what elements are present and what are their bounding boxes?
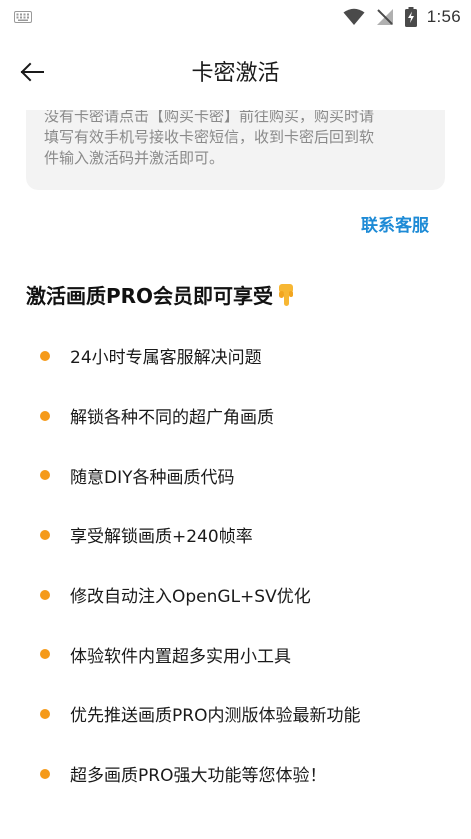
benefit-text: 修改自动注入OpenGL+SV优化 [70,587,311,608]
bullet-dot [40,768,50,779]
benefit-list: 24小时专属客服解决问题 解锁各种不同的超广角画质 随意DIY各种画质代码 享受… [0,326,471,804]
battery-charging-icon [404,7,417,27]
no-signal-icon [376,9,393,25]
keyboard-icon [14,11,32,23]
arrow-left-icon [20,62,44,82]
wifi-icon [343,8,365,25]
status-icons: 1:56 [343,7,461,27]
bullet-dot [40,350,50,361]
benefit-item: 24小时专属客服解决问题 [0,326,471,386]
bullet-dot [40,529,50,540]
contact-service-link[interactable]: 联系客服 [361,211,429,236]
benefits-title-text: 激活画质PRO会员即可享受 [26,284,274,308]
bullet-dot [40,589,50,600]
notice-card-viewport: 没有卡密请点击【购买卡密】前往购买，购买时请 填写有效手机号接收卡密短信，收到卡… [26,110,445,190]
benefit-item: 解锁各种不同的超广角画质 [0,386,471,446]
benefit-text: 享受解锁画质+240帧率 [70,527,253,548]
bullet-dot [40,470,50,481]
bullet-dot [40,410,50,421]
benefit-text: 随意DIY各种画质代码 [70,467,235,488]
benefit-item: 体验软件内置超多实用小工具 [0,624,471,684]
app-bar: 卡密激活 [0,44,471,98]
notice-line: 没有卡密请点击【购买卡密】前往购买，购买时请 [44,110,375,125]
back-button[interactable] [14,54,50,90]
page-title: 卡密激活 [191,61,280,86]
notice-card: 没有卡密请点击【购买卡密】前往购买，购买时请 填写有效手机号接收卡密短信，收到卡… [26,110,445,190]
activation-page: 1:56 卡密激活 没有卡密请点击【购买卡密】前往购买，购买时请 填写有效手机号… [0,0,471,839]
benefit-item: 超多画质PRO强大功能等您体验！ [0,744,471,804]
notice-line: 件输入激活码并激活即可。 [44,149,225,167]
benefit-text: 体验软件内置超多实用小工具 [70,646,291,667]
benefit-item: 随意DIY各种画质代码 [0,445,471,505]
benefit-text: 超多画质PRO强大功能等您体验！ [70,766,327,787]
status-time: 1:56 [426,7,461,26]
bullet-dot [40,649,50,660]
bullet-dot [40,708,50,719]
benefit-item: 优先推送画质PRO内测版体验最新功能 [0,684,471,744]
benefit-text: 优先推送画质PRO内测版体验最新功能 [70,706,361,727]
status-bar: 1:56 [0,0,471,34]
pointing-down-hand-icon [279,283,294,306]
benefits-title: 激活画质PRO会员即可享受 [26,280,296,309]
benefit-item: 修改自动注入OpenGL+SV优化 [0,565,471,625]
benefit-text: 解锁各种不同的超广角画质 [70,408,274,429]
benefit-item: 享受解锁画质+240帧率 [0,505,471,565]
benefit-text: 24小时专属客服解决问题 [70,348,262,369]
notice-line: 填写有效手机号接收卡密短信，收到卡密后回到软 [44,128,375,146]
